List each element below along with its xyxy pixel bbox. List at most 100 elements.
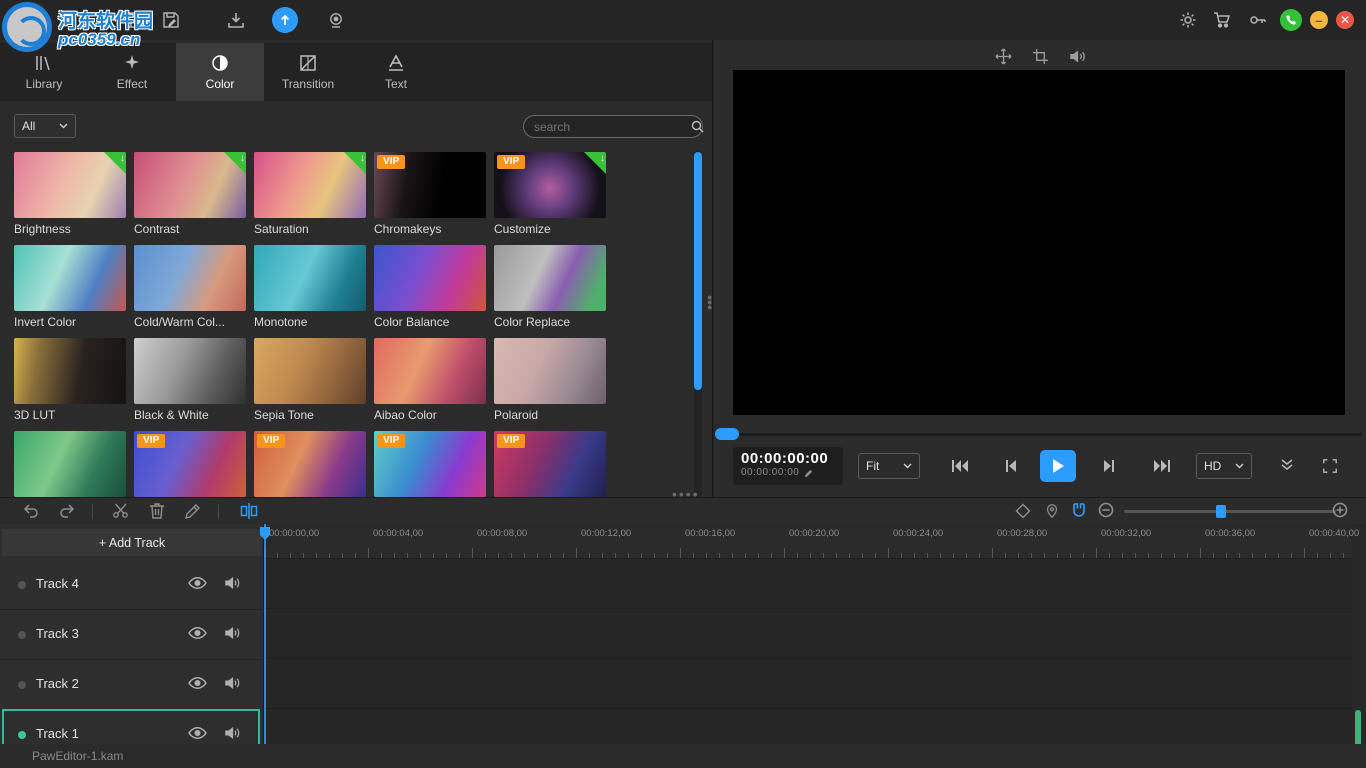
- split-icon[interactable]: [240, 502, 258, 520]
- filter-item[interactable]: ↓ Color Replace: [494, 245, 606, 333]
- filter-item[interactable]: ↓ Invert Color: [14, 245, 126, 333]
- filter-thumb: ↓: [134, 152, 246, 218]
- download-arrow-icon: ↓: [600, 153, 605, 164]
- filter-item[interactable]: VIP ↓ Customize: [494, 152, 606, 240]
- track-row[interactable]: Track 2: [0, 660, 264, 710]
- settings-icon[interactable]: [1179, 11, 1197, 29]
- keyframe-icon[interactable]: [1014, 502, 1032, 520]
- timeline-ruler[interactable]: 00:00:00,0000:00:04,0000:00:08,0000:00:1…: [264, 524, 1352, 559]
- prev-frame-icon[interactable]: [1004, 458, 1018, 474]
- filter-item[interactable]: ↓ Black & White: [134, 338, 246, 426]
- panel-scrollbar[interactable]: [694, 150, 702, 497]
- marker-icon[interactable]: [1044, 502, 1060, 520]
- timeline-lane[interactable]: [264, 709, 1352, 744]
- filter-item[interactable]: ↓ Monotone: [254, 245, 366, 333]
- filter-item[interactable]: ↓ Contrast: [134, 152, 246, 240]
- tab-color[interactable]: Color: [176, 43, 264, 101]
- timeline-vscrollbar-thumb[interactable]: [1355, 710, 1361, 744]
- magnet-icon[interactable]: [1070, 502, 1088, 520]
- timeline-lane[interactable]: [264, 659, 1352, 709]
- cart-icon[interactable]: [1213, 11, 1231, 29]
- tab-transition[interactable]: Transition: [264, 43, 352, 101]
- panel-splitter-handle[interactable]: ●●●: [707, 295, 711, 310]
- key-icon[interactable]: [1249, 11, 1267, 29]
- undo-icon[interactable]: [22, 502, 40, 520]
- redo-icon[interactable]: [58, 502, 76, 520]
- next-frame-icon[interactable]: [1102, 458, 1116, 474]
- track-row[interactable]: Track 4: [0, 560, 264, 610]
- filter-label: Cold/Warm Col...: [134, 315, 246, 329]
- ruler-tick: [849, 553, 850, 558]
- zoom-slider[interactable]: [1124, 510, 1336, 513]
- crop-icon[interactable]: [1032, 48, 1049, 65]
- tab-text[interactable]: Text: [352, 43, 440, 101]
- save-icon[interactable]: [126, 11, 144, 29]
- track-status-dot: [18, 681, 26, 689]
- filter-item[interactable]: VIP ↓: [374, 431, 486, 497]
- playhead-line[interactable]: [264, 524, 266, 744]
- speaker-icon[interactable]: [224, 575, 241, 591]
- zoom-slider-handle[interactable]: [1216, 505, 1226, 518]
- filter-label: Brightness: [14, 222, 126, 236]
- tab-label: Effect: [117, 77, 147, 91]
- save-as-icon[interactable]: [162, 11, 180, 29]
- fit-select[interactable]: Fit: [858, 453, 920, 479]
- filter-item[interactable]: VIP ↓: [134, 431, 246, 497]
- play-button[interactable]: [1040, 450, 1076, 482]
- filter-item[interactable]: ↓ Brightness: [14, 152, 126, 240]
- quality-select[interactable]: HD: [1196, 453, 1252, 479]
- volume-icon[interactable]: [1069, 48, 1086, 65]
- seek-track[interactable]: [714, 433, 1362, 436]
- timeline-lane[interactable]: [264, 609, 1352, 659]
- fullscreen-icon[interactable]: [1322, 458, 1338, 474]
- panel-scrollbar-thumb[interactable]: [694, 152, 702, 390]
- filter-item[interactable]: ↓ Aibao Color: [374, 338, 486, 426]
- upload-icon[interactable]: [272, 7, 298, 33]
- skip-end-icon[interactable]: [1152, 458, 1172, 474]
- speaker-icon[interactable]: [224, 675, 241, 691]
- eye-icon[interactable]: [188, 575, 207, 591]
- add-track-button[interactable]: + Add Track: [2, 529, 262, 556]
- download-arrow-icon: ↓: [120, 153, 125, 164]
- skip-start-icon[interactable]: [950, 458, 970, 474]
- filter-item[interactable]: ↓ Cold/Warm Col...: [134, 245, 246, 333]
- record-icon[interactable]: [327, 11, 345, 29]
- track-row[interactable]: Track 3: [0, 610, 264, 660]
- close-icon[interactable]: ✕: [1336, 11, 1354, 29]
- filter-item[interactable]: ↓ Sepia Tone: [254, 338, 366, 426]
- filter-item[interactable]: ↓ Color Balance: [374, 245, 486, 333]
- search-icon[interactable]: [691, 120, 704, 133]
- edit-timecode-icon[interactable]: [804, 469, 813, 478]
- filter-item[interactable]: VIP ↓ Chromakeys: [374, 152, 486, 240]
- menu-icon[interactable]: [78, 11, 96, 29]
- eye-icon[interactable]: [188, 675, 207, 691]
- video-preview[interactable]: [733, 70, 1345, 415]
- filter-item[interactable]: ↓ Saturation: [254, 152, 366, 240]
- tab-effect[interactable]: Effect: [88, 43, 176, 101]
- media-panel: Library Effect Color Transition: [0, 40, 713, 497]
- zoom-out-icon[interactable]: [1098, 502, 1114, 518]
- whatsapp-icon[interactable]: [1280, 9, 1302, 31]
- collapse-icon[interactable]: [1279, 458, 1295, 472]
- ruler-tick: [771, 553, 772, 558]
- speaker-icon[interactable]: [224, 625, 241, 641]
- filter-item[interactable]: ↓ Polaroid: [494, 338, 606, 426]
- filter-item[interactable]: ↓ 3D LUT: [14, 338, 126, 426]
- move-icon[interactable]: [995, 48, 1012, 65]
- seek-handle[interactable]: [715, 428, 739, 440]
- export-icon[interactable]: [227, 11, 245, 29]
- filter-item[interactable]: VIP ↓: [494, 431, 606, 497]
- minimize-icon[interactable]: –: [1310, 11, 1328, 29]
- search-input[interactable]: [532, 119, 691, 135]
- filter-item[interactable]: VIP ↓: [254, 431, 366, 497]
- category-select[interactable]: All: [14, 114, 76, 138]
- cut-icon[interactable]: [112, 502, 130, 520]
- timeline-lane[interactable]: [264, 559, 1352, 609]
- edit-icon[interactable]: [184, 502, 202, 520]
- filter-item[interactable]: ↓: [14, 431, 126, 497]
- zoom-in-icon[interactable]: [1332, 502, 1348, 518]
- eye-icon[interactable]: [188, 625, 207, 641]
- ruler-tick: [1174, 553, 1175, 558]
- tab-library[interactable]: Library: [0, 43, 88, 101]
- delete-icon[interactable]: [148, 502, 166, 520]
